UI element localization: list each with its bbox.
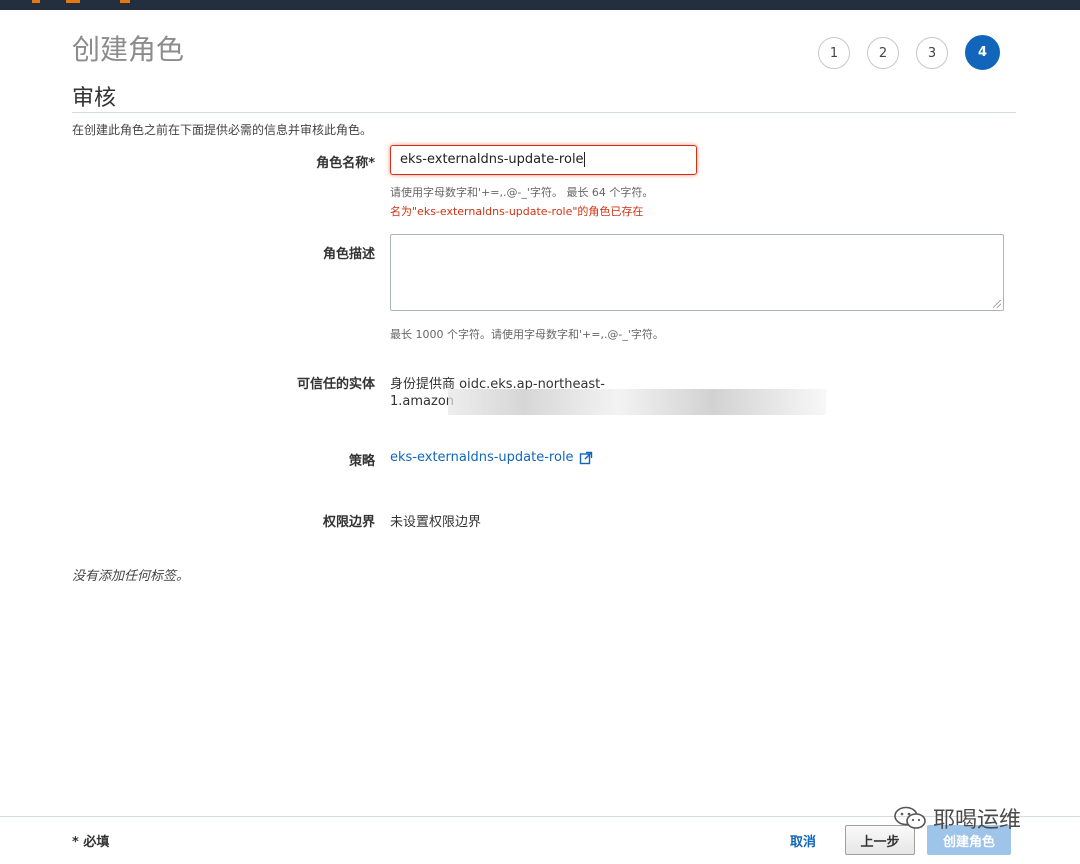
top-navigation-bar [0,0,1080,10]
policy-link-text: eks-externaldns-update-role [390,450,574,465]
watermark: 耶喝运维 [893,802,1021,834]
step-1[interactable]: 1 [818,37,850,69]
watermark-text: 耶喝运维 [933,808,1022,833]
role-name-hint: 请使用字母数字和'+=,.@-_'字符。 最长 64 个字符。 [390,186,654,199]
trusted-entity-label: 可信任的实体 [296,377,375,392]
page-title: 创建角色 [72,33,185,66]
policy-link[interactable]: eks-externaldns-update-role [390,450,593,465]
permissions-boundary-label: 权限边界 [322,515,375,530]
resize-grip-icon[interactable] [993,300,1001,308]
role-description-textarea[interactable] [390,234,1004,311]
intro-text: 在创建此角色之前在下面提供必需的信息并审核此角色。 [72,123,373,137]
brand-accent [66,0,80,3]
role-name-label: 角色名称* [316,156,375,171]
step-3[interactable]: 3 [916,37,948,69]
role-name-error: 名为"eks-externaldns-update-role"的角色已存在 [390,205,644,218]
permissions-boundary-value: 未设置权限边界 [390,515,482,530]
role-description-label: 角色描述 [322,247,375,262]
role-name-value: eks-externaldns-update-role [400,152,584,167]
policy-label: 策略 [348,454,375,469]
wechat-icon [894,806,926,829]
redaction-blur [448,389,826,415]
text-caret [583,152,585,167]
wizard-steps: 1 2 3 4 [818,35,1000,70]
step-2[interactable]: 2 [867,37,899,69]
no-tags-message: 没有添加任何标签。 [72,569,190,584]
required-note: * 必填 [72,835,110,850]
role-name-input[interactable]: eks-externaldns-update-role [390,145,697,175]
step-4-current: 4 [965,35,1000,70]
cancel-button[interactable]: 取消 [790,831,816,850]
role-description-hint: 最长 1000 个字符。请使用字母数字和'+=,.@-_'字符。 [390,328,664,341]
trusted-entity-line2: 1.amazon [390,394,455,409]
brand-accent [32,0,40,3]
section-divider [72,112,1016,113]
external-link-icon [579,451,592,464]
brand-accent [120,0,130,3]
section-title: 审核 [72,86,117,111]
